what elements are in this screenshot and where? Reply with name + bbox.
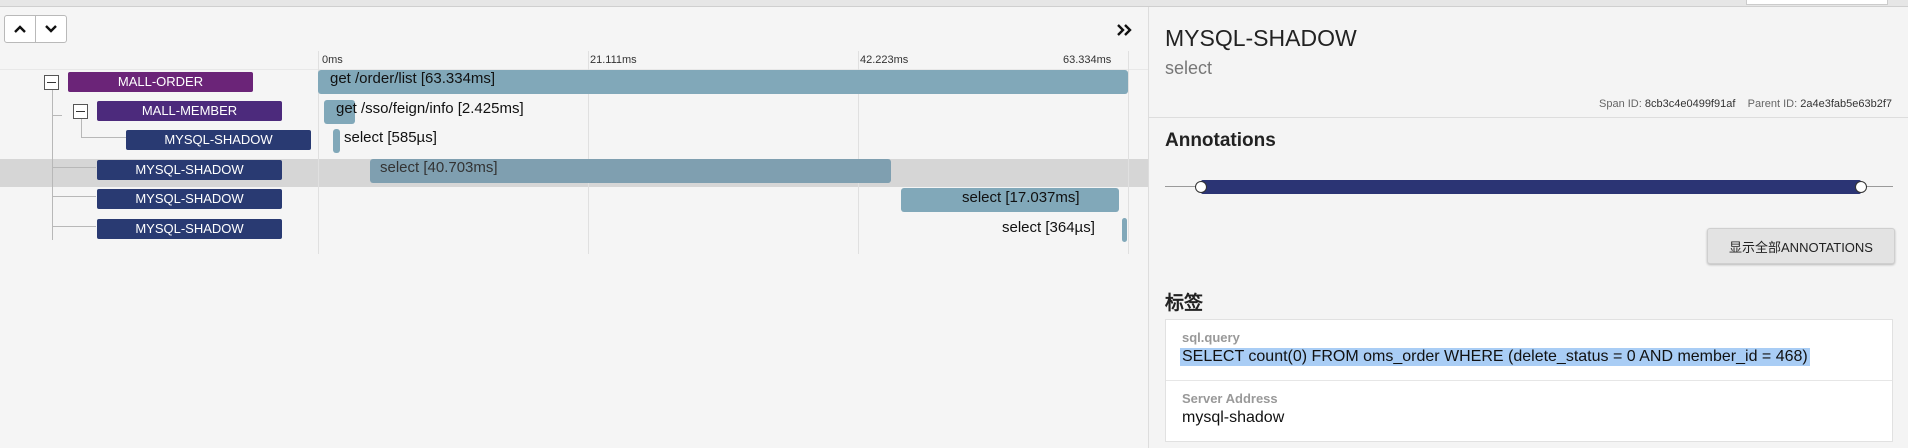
- span-id-label: Span ID:: [1599, 98, 1642, 110]
- tree-connector: [81, 119, 82, 137]
- annotations-heading: Annotations: [1165, 130, 1276, 151]
- service-label-mysql-shadow[interactable]: MYSQL-SHADOW: [126, 130, 311, 150]
- service-label-mall-member[interactable]: MALL-MEMBER: [97, 101, 282, 121]
- tree-connector: [52, 196, 96, 197]
- window-corner-tab: [1746, 0, 1888, 5]
- tick-label: 21.111ms: [590, 54, 637, 66]
- chevron-up-icon: [14, 25, 26, 33]
- tree-connector: [52, 226, 96, 227]
- span-label: select [364µs]: [1002, 219, 1095, 236]
- service-label-mysql-shadow[interactable]: MYSQL-SHADOW: [97, 219, 282, 239]
- grid-line: [1128, 51, 1129, 254]
- annotation-end-marker[interactable]: [1855, 181, 1867, 193]
- tree-connector: [52, 89, 53, 240]
- span-label: select [585µs]: [344, 129, 437, 146]
- span-label: get /order/list [63.334ms]: [330, 70, 496, 87]
- tags-heading: 标签: [1165, 293, 1204, 314]
- tag-key: Server Address: [1182, 391, 1278, 406]
- tag-divider: [1166, 380, 1892, 381]
- service-label-mysql-shadow[interactable]: MYSQL-SHADOW: [97, 189, 282, 209]
- tag-key: sql.query: [1182, 330, 1240, 345]
- span-navigation: [4, 15, 67, 43]
- window-top-strip: [0, 0, 1908, 7]
- tree-connector: [81, 137, 126, 138]
- chevron-down-icon: [45, 25, 57, 33]
- span-ids: Span ID: 8cb3c4e0499f91af Parent ID: 2a4…: [1599, 98, 1892, 110]
- show-all-annotations-button[interactable]: 显示全部ANNOTATIONS: [1707, 228, 1895, 264]
- tick-label: 42.223ms: [860, 54, 909, 66]
- span-label: select [17.037ms]: [962, 189, 1080, 206]
- collapse-toggle-icon[interactable]: [44, 75, 59, 90]
- service-label-mysql-shadow[interactable]: MYSQL-SHADOW: [97, 160, 282, 180]
- tags-table: sql.query SELECT count(0) FROM oms_order…: [1165, 319, 1893, 442]
- service-label-mall-order[interactable]: MALL-ORDER: [68, 72, 253, 92]
- detail-span-name: select: [1165, 58, 1213, 78]
- detail-service-name: MYSQL-SHADOW: [1165, 25, 1357, 51]
- collapse-toggle-icon[interactable]: [73, 104, 88, 119]
- annotation-start-marker[interactable]: [1195, 181, 1207, 193]
- span-label: get /sso/feign/info [2.425ms]: [336, 100, 524, 117]
- tag-value-sql-query[interactable]: SELECT count(0) FROM oms_order WHERE (de…: [1180, 348, 1810, 366]
- span-detail-panel: MYSQL-SHADOW select Span ID: 8cb3c4e0499…: [1148, 7, 1908, 448]
- tree-connector: [52, 115, 62, 116]
- double-chevron-right-icon: [1117, 24, 1132, 36]
- next-span-button[interactable]: [35, 16, 66, 42]
- span-bar[interactable]: [1122, 218, 1128, 242]
- parent-id-value: 2a4e3fab5e63b2f7: [1800, 98, 1892, 110]
- span-bar[interactable]: [332, 129, 341, 154]
- span-label: select [40.703ms]: [380, 159, 498, 176]
- tree-connector: [52, 167, 96, 168]
- section-divider: [1149, 117, 1908, 118]
- tag-value-server-address[interactable]: mysql-shadow: [1182, 409, 1284, 427]
- tick-label: 0ms: [322, 54, 343, 66]
- span-id-value: 8cb3c4e0499f91af: [1644, 98, 1736, 110]
- trace-timeline-panel: 0ms 21.111ms 42.223ms 63.334ms MALL-ORDE…: [0, 7, 1148, 448]
- parent-id-label: Parent ID:: [1747, 98, 1798, 110]
- expand-detail-button[interactable]: [1114, 19, 1136, 41]
- annotation-range-bar: [1201, 180, 1861, 194]
- previous-span-button[interactable]: [5, 16, 35, 42]
- tick-label: 63.334ms: [1063, 54, 1112, 66]
